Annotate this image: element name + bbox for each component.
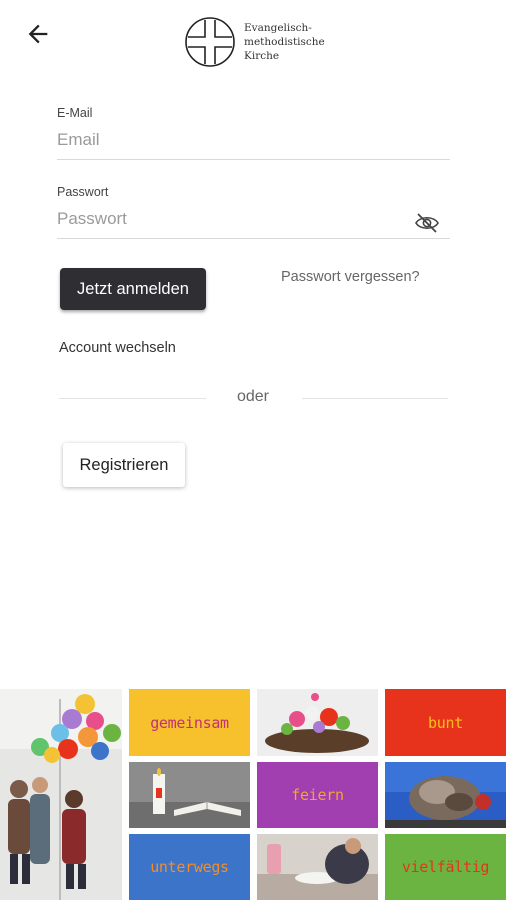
- forgot-password-link[interactable]: Passwort vergessen?: [281, 269, 420, 285]
- flowers-photo: [257, 689, 378, 756]
- password-input[interactable]: [57, 199, 450, 239]
- bible-candle-photo: [129, 762, 250, 828]
- tile-word: gemeinsam: [150, 713, 229, 732]
- balloons-photo: [0, 689, 122, 900]
- login-button[interactable]: Jetzt anmelden: [60, 268, 206, 310]
- tile-bunt: bunt: [385, 689, 506, 756]
- sculpture-photo: [385, 762, 506, 828]
- church-logo: Evangelisch- methodistische Kirche: [184, 16, 325, 68]
- register-button[interactable]: Registrieren: [63, 443, 185, 487]
- cross-logo-icon: [185, 17, 235, 67]
- tile-gemeinsam: gemeinsam: [129, 689, 250, 756]
- tile-feiern: feiern: [257, 762, 378, 828]
- tile-word: bunt: [428, 713, 463, 732]
- tile-word: feiern: [291, 786, 344, 804]
- tile-word: unterwegs: [150, 858, 229, 876]
- logo-text: Evangelisch- methodistische Kirche: [244, 22, 325, 62]
- password-field-group: Passwort: [57, 185, 450, 239]
- tile-word: vielfältig: [401, 858, 490, 876]
- visibility-toggle-icon[interactable]: [414, 212, 440, 234]
- email-input[interactable]: [57, 120, 450, 160]
- back-arrow-icon[interactable]: [24, 20, 52, 48]
- separator-text: oder: [236, 388, 270, 405]
- password-label: Passwort: [57, 185, 109, 199]
- email-field-group: E-Mail: [57, 106, 450, 160]
- meal-table-photo: [257, 834, 378, 900]
- divider-right: [302, 398, 448, 399]
- switch-account-link[interactable]: Account wechseln: [59, 340, 176, 356]
- email-label: E-Mail: [57, 106, 93, 120]
- tile-unterwegs: unterwegs: [129, 834, 250, 900]
- tile-vielfaeltig: vielfältig: [385, 834, 506, 900]
